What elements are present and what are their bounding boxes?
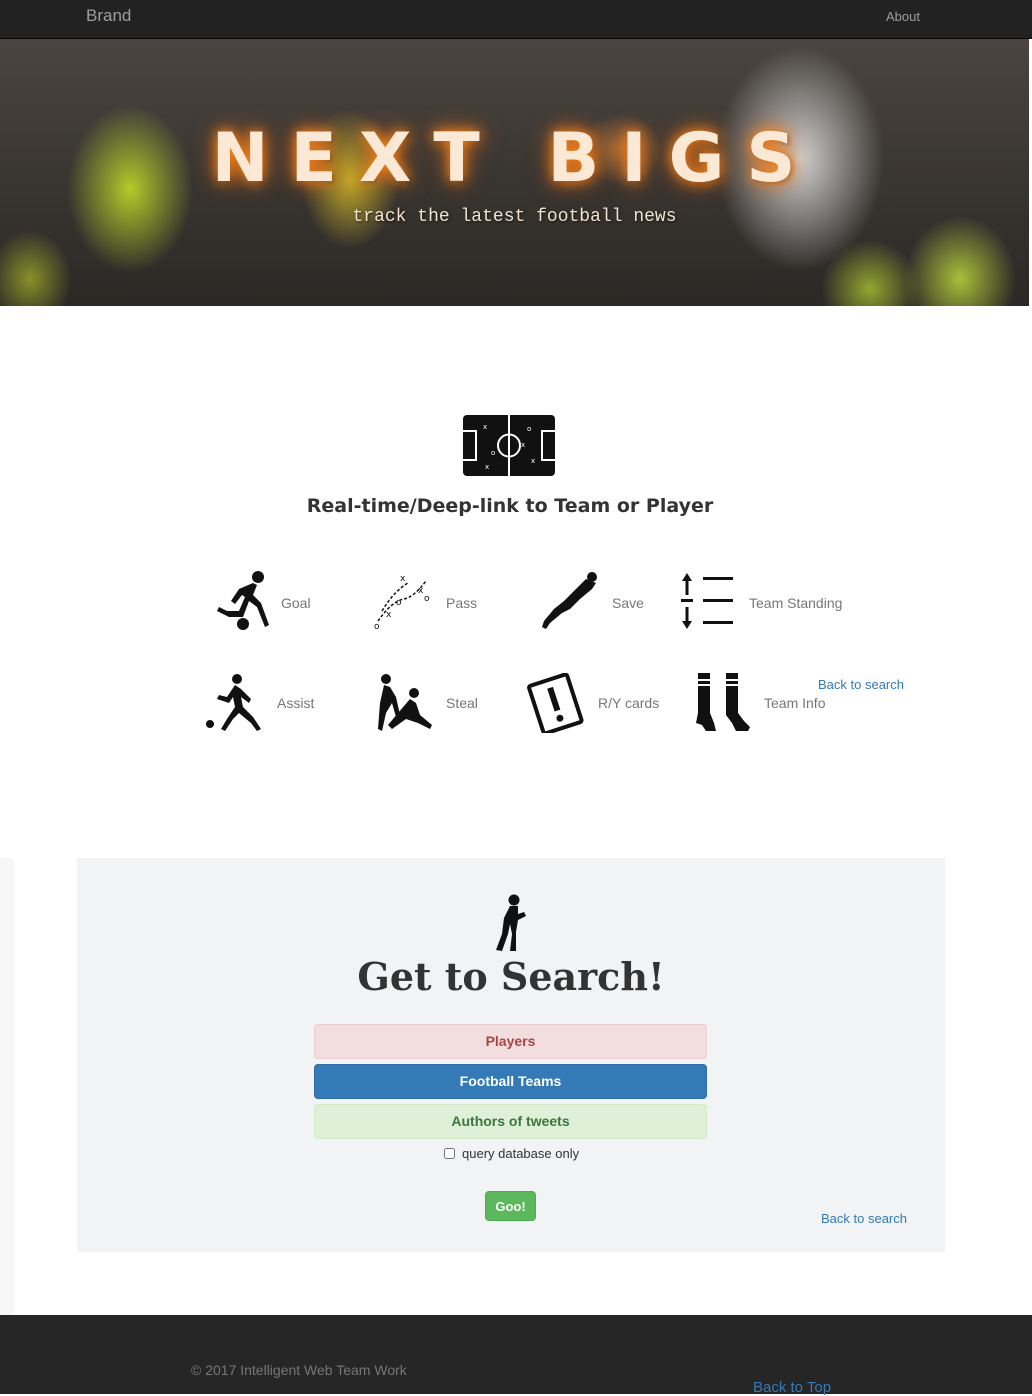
svg-text:o: o	[491, 449, 495, 457]
players-option[interactable]: Players	[314, 1024, 707, 1059]
pitch-icon: xox oxx	[463, 415, 555, 476]
feature-pass-label: Pass	[446, 595, 478, 611]
assist-player-icon	[206, 674, 261, 731]
back-to-search-link[interactable]: Back to search	[818, 677, 904, 692]
tactics-pass-icon: oxx o ox	[374, 574, 430, 631]
search-edge	[0, 858, 14, 1315]
query-database-checkbox[interactable]	[444, 1148, 455, 1159]
search-submit-button[interactable]: Goo!	[485, 1191, 536, 1221]
footer: © 2017 Intelligent Web Team Work Back to…	[0, 1315, 1032, 1396]
tackle-icon	[378, 674, 432, 731]
svg-text:o: o	[374, 622, 380, 631]
authors-option[interactable]: Authors of tweets	[314, 1104, 707, 1139]
feature-save-label: Save	[612, 595, 644, 611]
goalkeeper-dive-icon	[542, 572, 597, 629]
features-section: xox oxx Real-time/Deep-link to Team or P…	[0, 326, 1032, 817]
warning-card-icon	[527, 673, 584, 733]
features-heading: Real-time/Deep-link to Team or Player	[306, 495, 714, 517]
copyright-text: © 2017 Intelligent Web Team Work	[191, 1362, 407, 1378]
hero-banner: NEXT BIGS track the latest football news	[0, 39, 1029, 306]
feature-goal-label: Goal	[281, 595, 311, 611]
svg-text:x: x	[521, 441, 525, 449]
feature-steal-label: Steal	[446, 695, 478, 711]
socks-icon	[696, 673, 750, 731]
svg-text:x: x	[485, 463, 489, 471]
svg-text:o: o	[424, 594, 430, 604]
svg-text:o: o	[527, 425, 531, 433]
feature-assist-label: Assist	[277, 695, 315, 711]
svg-text:x: x	[531, 457, 535, 465]
football-teams-option[interactable]: Football Teams	[314, 1064, 707, 1099]
back-to-top-link[interactable]: Back to Top	[753, 1379, 831, 1396]
brand-link[interactable]: Brand	[86, 6, 131, 26]
nav-about-link[interactable]: About	[886, 9, 920, 24]
kick-ball-icon	[217, 571, 269, 630]
search-title: Get to Search!	[357, 954, 665, 999]
search-panel: Get to Search! Players Football Teams Au…	[77, 858, 945, 1252]
query-database-label: query database only	[462, 1146, 580, 1161]
svg-text:o: o	[396, 598, 402, 608]
search-back-link[interactable]: Back to search	[821, 1211, 907, 1226]
hero-title: NEXT BIGS	[211, 119, 818, 198]
svg-text:x: x	[483, 423, 487, 431]
ranking-list-icon	[681, 573, 733, 629]
svg-text:x: x	[400, 574, 406, 584]
feature-team-info-label: Team Info	[764, 695, 826, 711]
hero-subtitle: track the latest football news	[352, 207, 677, 227]
feature-cards-label: R/Y cards	[598, 695, 660, 711]
player-standing-icon	[496, 894, 526, 951]
svg-text:x: x	[386, 610, 392, 620]
feature-team-standing-label: Team Standing	[749, 595, 843, 611]
top-navbar: Brand About	[0, 0, 1032, 39]
